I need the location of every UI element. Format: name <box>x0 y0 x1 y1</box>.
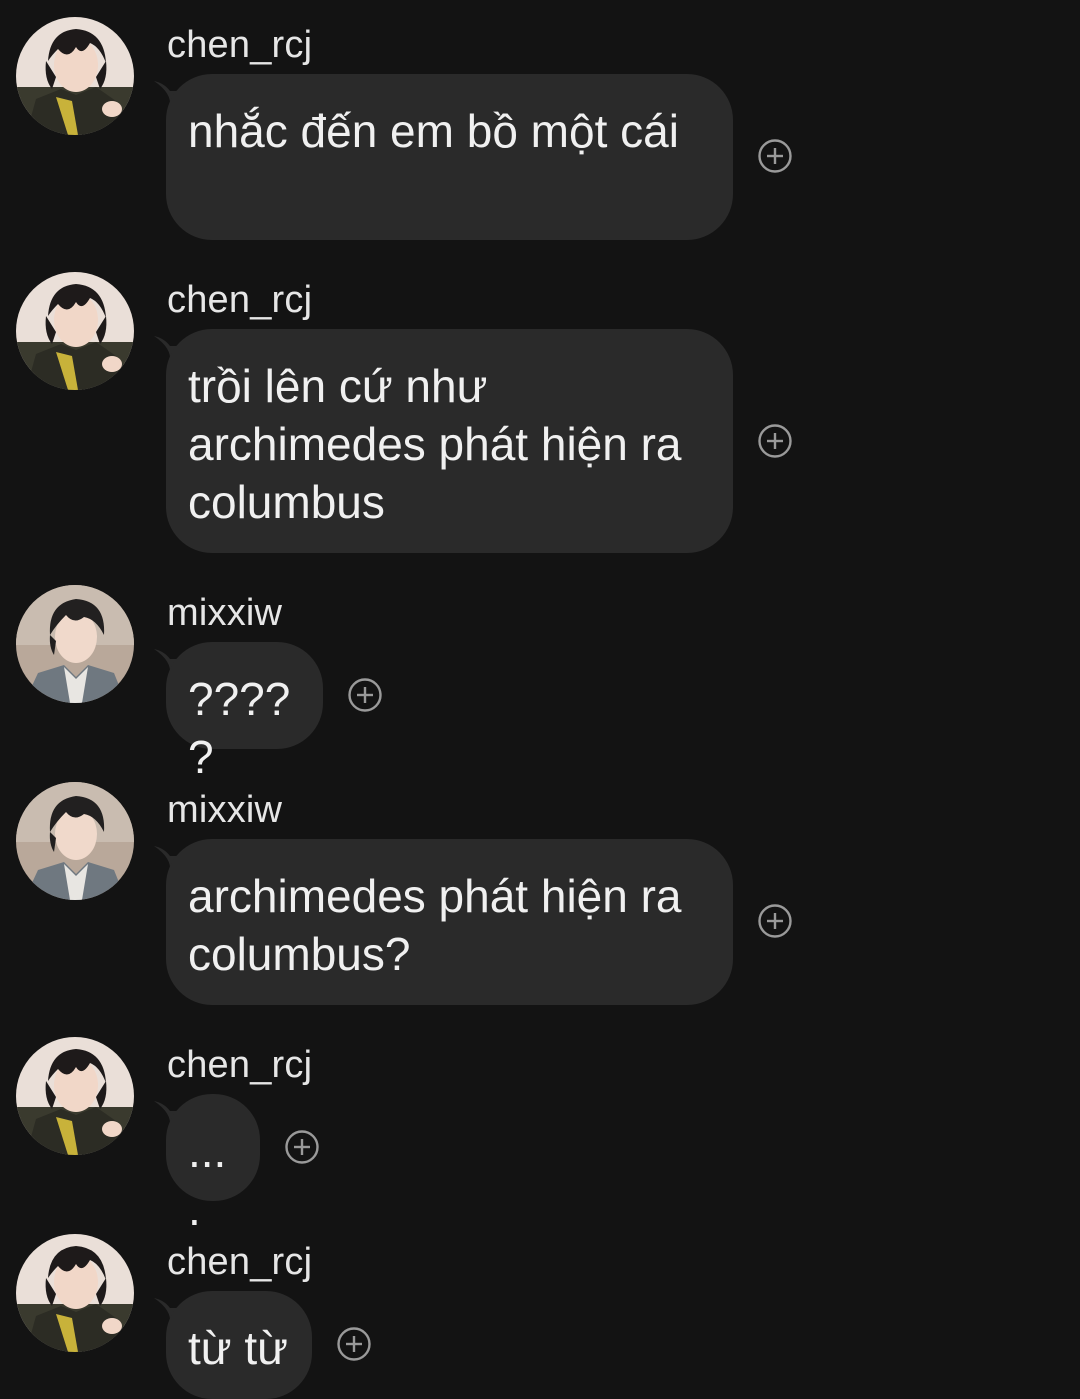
username[interactable]: chen_rcj <box>167 1043 312 1087</box>
username[interactable]: mixxiw <box>167 591 282 635</box>
message-bubble[interactable]: trồi lên cứ như archimedes phát hiện ra … <box>166 329 733 553</box>
message-bubble[interactable]: .... <box>166 1094 260 1235</box>
username[interactable]: chen_rcj <box>167 278 312 322</box>
avatar[interactable] <box>16 17 134 135</box>
avatar-mixxiw-image <box>16 585 134 703</box>
avatar-mixxiw-image <box>16 782 134 900</box>
add-reaction-icon[interactable] <box>757 138 793 174</box>
username[interactable]: chen_rcj <box>167 23 312 67</box>
avatar-chen-image <box>16 17 134 135</box>
avatar[interactable] <box>16 782 134 900</box>
avatar[interactable] <box>16 1037 134 1155</box>
add-reaction-icon[interactable] <box>284 1129 320 1165</box>
avatar-chen-image <box>16 272 134 390</box>
message-bubble[interactable]: nhắc đến em bồ một cái <box>166 74 733 240</box>
username[interactable]: chen_rcj <box>167 1240 312 1284</box>
message-bubble[interactable]: archimedes phát hiện ra columbus? <box>166 839 733 1005</box>
avatar-chen-image <box>16 1037 134 1155</box>
add-reaction-icon[interactable] <box>347 677 383 713</box>
avatar[interactable] <box>16 1234 134 1352</box>
add-reaction-icon[interactable] <box>757 423 793 459</box>
avatar-chen-image <box>16 1234 134 1352</box>
message-bubble[interactable]: ????? <box>166 642 323 783</box>
avatar[interactable] <box>16 585 134 703</box>
avatar[interactable] <box>16 272 134 390</box>
message-bubble[interactable]: từ từ <box>166 1291 312 1399</box>
add-reaction-icon[interactable] <box>336 1326 372 1362</box>
username[interactable]: mixxiw <box>167 788 282 832</box>
add-reaction-icon[interactable] <box>757 903 793 939</box>
